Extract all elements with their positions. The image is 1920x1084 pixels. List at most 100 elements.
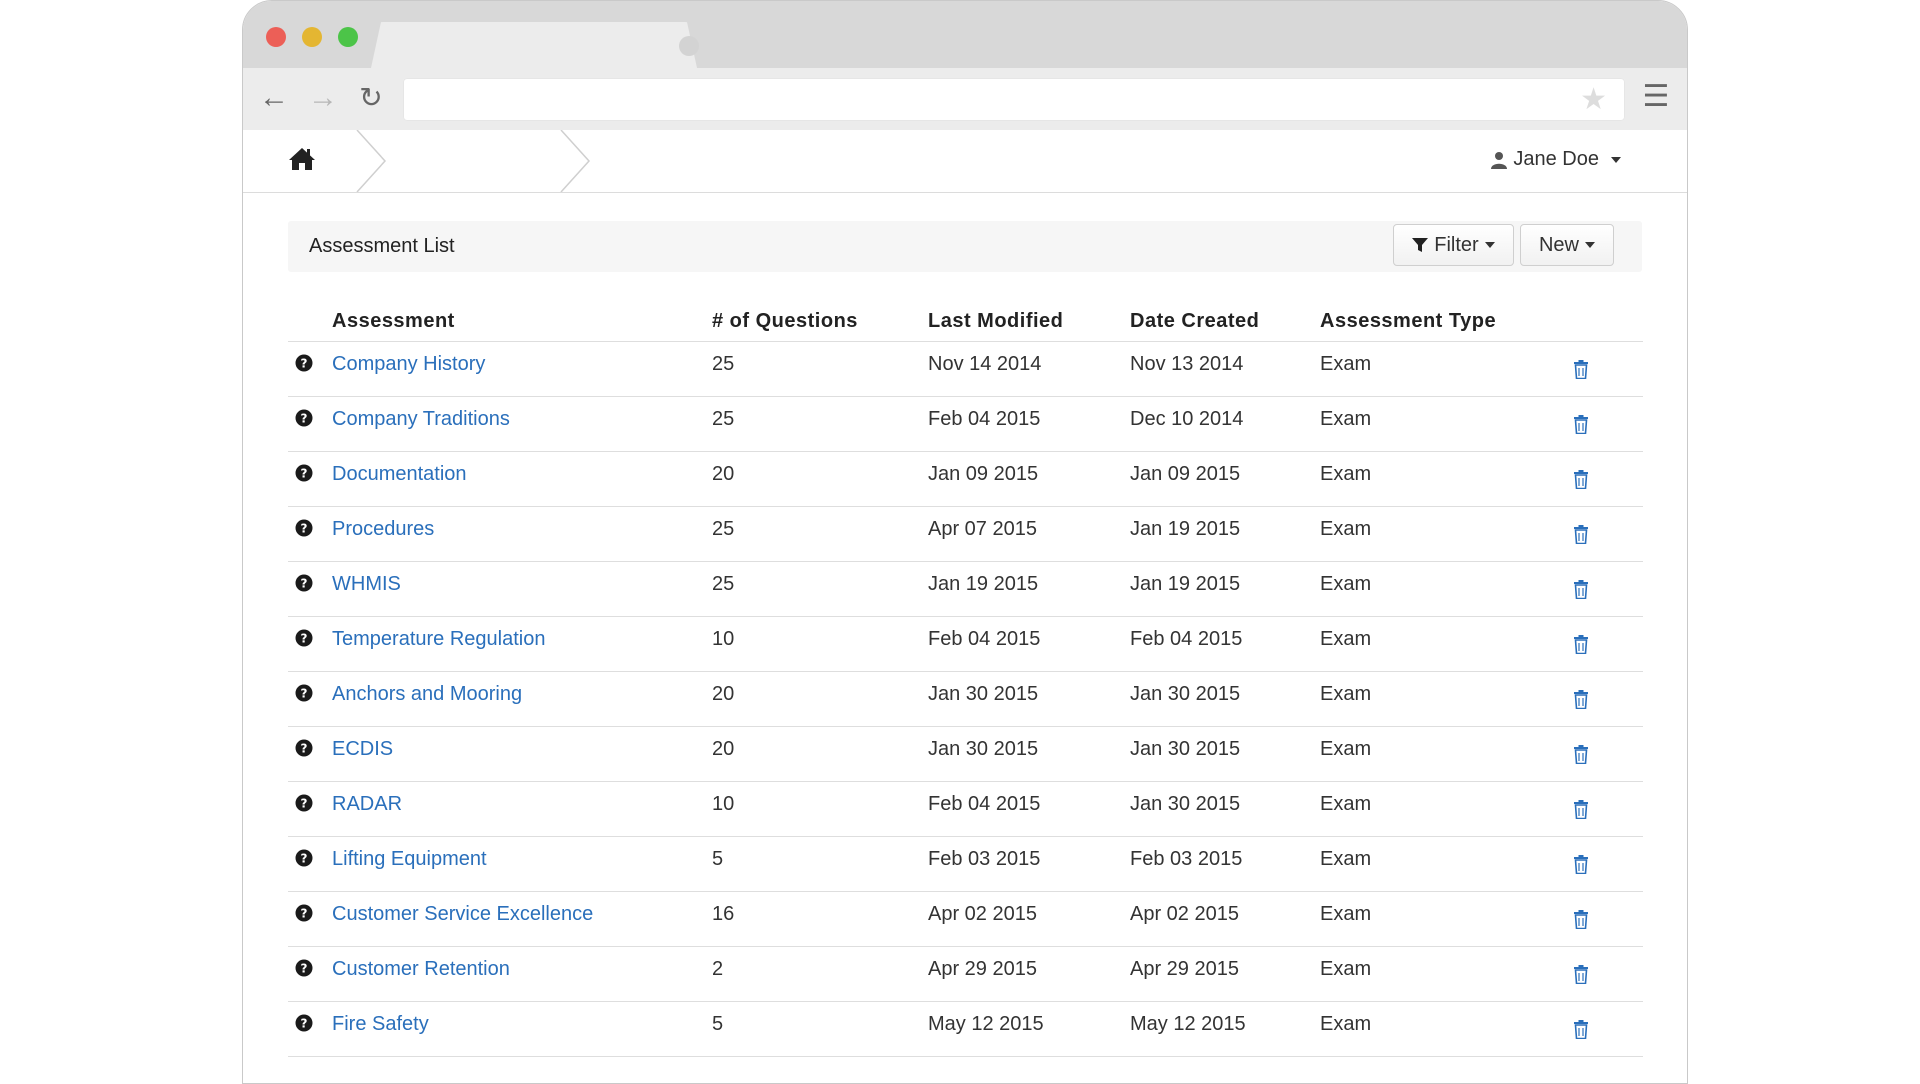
minimize-window-button[interactable] xyxy=(302,27,322,47)
trash-icon[interactable] xyxy=(1573,360,1589,379)
svg-text:?: ? xyxy=(301,797,308,811)
breadcrumb-separator xyxy=(560,130,591,192)
assessment-link[interactable]: WHMIS xyxy=(332,573,401,595)
breadcrumb-item[interactable] xyxy=(363,130,559,192)
question-circle-icon[interactable]: ? xyxy=(295,684,313,702)
question-circle-icon[interactable]: ? xyxy=(295,904,313,922)
browser-tab[interactable] xyxy=(371,22,697,68)
trash-icon[interactable] xyxy=(1573,965,1589,984)
browser-toolbar: ← → ↻ ★ ☰ xyxy=(243,68,1687,130)
date-created: Feb 04 2015 xyxy=(1130,616,1320,672)
trash-icon[interactable] xyxy=(1573,415,1589,434)
trash-icon[interactable] xyxy=(1573,525,1589,544)
table-row: ? Customer Retention 2 Apr 29 2015 Apr 29 20… xyxy=(288,946,1643,1002)
trash-icon[interactable] xyxy=(1573,1020,1589,1039)
trash-icon[interactable] xyxy=(1573,745,1589,764)
assessment-link[interactable]: Customer Service Excellence xyxy=(332,903,593,925)
question-circle-icon[interactable]: ? xyxy=(295,794,313,812)
address-bar[interactable]: ★ xyxy=(403,78,1625,121)
filter-button[interactable]: Filter xyxy=(1393,224,1514,266)
header-questions[interactable]: # of Questions xyxy=(712,301,928,342)
assessment-name-cell: Company Traditions xyxy=(332,396,712,452)
last-modified-date: Nov 14 2014 xyxy=(928,341,1130,397)
row-help-cell: ? xyxy=(288,341,332,397)
question-circle-icon[interactable]: ? xyxy=(295,464,313,482)
svg-text:?: ? xyxy=(301,687,308,701)
question-circle-icon[interactable]: ? xyxy=(295,354,313,372)
home-icon[interactable] xyxy=(287,144,317,174)
date-created: Jan 19 2015 xyxy=(1130,561,1320,617)
new-label: New xyxy=(1538,233,1579,256)
header-last-modified[interactable]: Last Modified xyxy=(928,301,1130,342)
page-title: Assessment List xyxy=(309,235,455,257)
delete-cell xyxy=(1568,451,1643,507)
row-help-cell: ? xyxy=(288,836,332,892)
table-row: ? Lifting Equipment 5 Feb 03 2015 Feb 03 201… xyxy=(288,836,1643,892)
assessment-link[interactable]: Fire Safety xyxy=(332,1013,429,1035)
question-circle-icon[interactable]: ? xyxy=(295,959,313,977)
assessment-type: Exam xyxy=(1320,506,1568,562)
row-help-cell: ? xyxy=(288,671,332,727)
trash-icon[interactable] xyxy=(1573,800,1589,819)
date-created: May 12 2015 xyxy=(1130,1001,1320,1057)
trash-icon[interactable] xyxy=(1573,580,1589,599)
row-help-cell: ? xyxy=(288,616,332,672)
last-modified-date: Feb 04 2015 xyxy=(928,396,1130,452)
reload-icon[interactable]: ↻ xyxy=(353,80,389,116)
bookmark-star-icon[interactable]: ★ xyxy=(1580,82,1607,117)
delete-cell xyxy=(1568,671,1643,727)
assessment-link[interactable]: ECDIS xyxy=(332,738,393,760)
header-date-created[interactable]: Date Created xyxy=(1130,301,1320,342)
back-arrow-icon[interactable]: ← xyxy=(256,80,292,116)
hamburger-menu-icon[interactable]: ☰ xyxy=(1641,80,1671,114)
assessment-name-cell: Company History xyxy=(332,341,712,397)
delete-cell xyxy=(1568,781,1643,837)
assessment-link[interactable]: Customer Retention xyxy=(332,958,510,980)
chevron-down-icon xyxy=(1611,156,1621,163)
date-created: Dec 10 2014 xyxy=(1130,396,1320,452)
assessment-link[interactable]: RADAR xyxy=(332,793,402,815)
assessment-link[interactable]: Lifting Equipment xyxy=(332,848,487,870)
question-circle-icon[interactable]: ? xyxy=(295,629,313,647)
close-window-button[interactable] xyxy=(266,27,286,47)
trash-icon[interactable] xyxy=(1573,470,1589,489)
svg-text:?: ? xyxy=(301,522,308,536)
new-button[interactable]: New xyxy=(1520,224,1614,266)
header-assessment[interactable]: Assessment xyxy=(332,301,712,342)
table-row: ? Procedures 25 Apr 07 2015 Jan 19 2015 Exam xyxy=(288,506,1643,562)
assessment-link[interactable]: Anchors and Mooring xyxy=(332,683,522,705)
question-circle-icon[interactable]: ? xyxy=(295,409,313,427)
assessment-link[interactable]: Company History xyxy=(332,353,485,375)
assessment-type: Exam xyxy=(1320,891,1568,947)
breadcrumb-separator xyxy=(356,130,387,192)
question-circle-icon[interactable]: ? xyxy=(295,1014,313,1032)
svg-text:?: ? xyxy=(301,1017,308,1031)
trash-icon[interactable] xyxy=(1573,635,1589,654)
questions-count: 20 xyxy=(712,671,928,727)
question-circle-icon[interactable]: ? xyxy=(295,739,313,757)
user-name: Jane Doe xyxy=(1513,148,1599,170)
assessment-table: Assessment # of Questions Last Modified … xyxy=(288,301,1643,1057)
table-row: ? RADAR 10 Feb 04 2015 Jan 30 2015 Exam xyxy=(288,781,1643,837)
trash-icon[interactable] xyxy=(1573,855,1589,874)
question-circle-icon[interactable]: ? xyxy=(295,849,313,867)
header-assessment-type[interactable]: Assessment Type xyxy=(1320,301,1568,342)
assessment-link[interactable]: Procedures xyxy=(332,518,434,540)
delete-cell xyxy=(1568,891,1643,947)
question-circle-icon[interactable]: ? xyxy=(295,519,313,537)
trash-icon[interactable] xyxy=(1573,910,1589,929)
user-menu-dropdown[interactable]: Jane Doe xyxy=(1491,148,1621,171)
assessment-name-cell: Customer Retention xyxy=(332,946,712,1002)
zoom-window-button[interactable] xyxy=(338,27,358,47)
assessment-name-cell: ECDIS xyxy=(332,726,712,782)
assessment-link[interactable]: Company Traditions xyxy=(332,408,510,430)
header-actions xyxy=(1568,301,1643,342)
table-row: ? Documentation 20 Jan 09 2015 Jan 09 2015 Ex… xyxy=(288,451,1643,507)
forward-arrow-icon[interactable]: → xyxy=(305,80,341,116)
question-circle-icon[interactable]: ? xyxy=(295,574,313,592)
assessment-link[interactable]: Temperature Regulation xyxy=(332,628,545,650)
row-help-cell: ? xyxy=(288,891,332,947)
trash-icon[interactable] xyxy=(1573,690,1589,709)
tab-close-icon[interactable] xyxy=(679,36,699,56)
assessment-link[interactable]: Documentation xyxy=(332,463,467,485)
